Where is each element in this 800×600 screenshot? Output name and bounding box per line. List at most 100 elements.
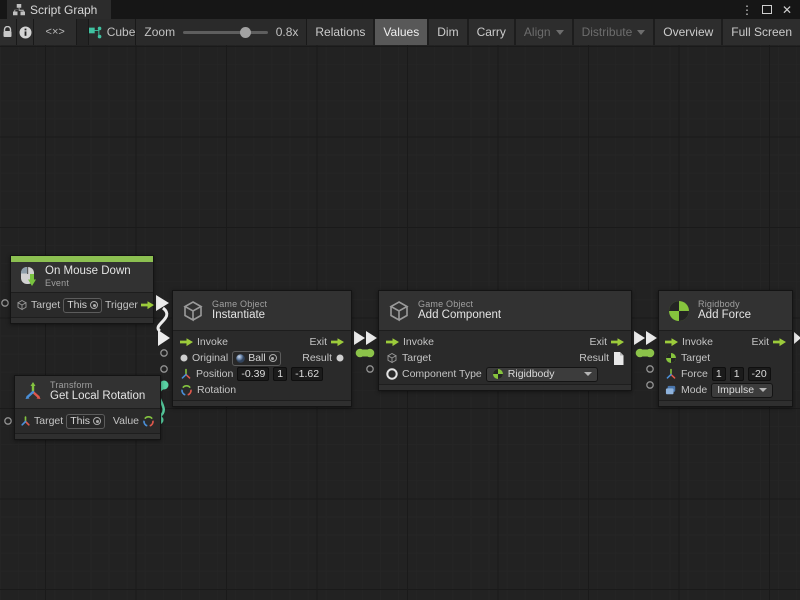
zoom-slider[interactable] [183, 31, 268, 34]
port-row-original: Original Ball Result [173, 350, 351, 366]
object-picker-icon[interactable] [90, 301, 98, 309]
target-field[interactable]: This [66, 414, 105, 429]
node-subtitle: Event [45, 278, 131, 288]
relations-button[interactable]: Relations [307, 19, 373, 45]
node-header: On Mouse Down Event [11, 262, 153, 293]
lock-button[interactable] [0, 19, 17, 45]
exit-label: Exit [751, 336, 769, 348]
enum-icon [665, 385, 677, 396]
target-field[interactable]: This [63, 298, 102, 313]
port-invoke-in-addcomponent[interactable] [366, 331, 377, 345]
close-icon[interactable]: ✕ [780, 3, 794, 17]
node-title: Add Component [418, 309, 501, 322]
port-exit-out-addcomponent[interactable] [634, 331, 645, 345]
maximize-icon[interactable] [760, 3, 774, 17]
carry-button[interactable]: Carry [469, 19, 514, 45]
node-title: Add Force [698, 309, 751, 322]
mode-dropdown[interactable]: Impulse [711, 383, 773, 398]
chevron-down-icon [637, 30, 645, 35]
port-invoke-in-addforce[interactable] [646, 331, 657, 345]
zoom-control: Zoom 0.8x [136, 19, 307, 45]
rigidbody-icon [667, 299, 691, 323]
node-footer [379, 384, 631, 390]
gameobject-icon [386, 352, 398, 364]
original-field[interactable]: Ball [232, 351, 281, 366]
window-controls: ⋮ ✕ [740, 0, 800, 19]
values-button[interactable]: Values [375, 19, 427, 45]
gameobject-icon [16, 299, 28, 311]
force-y-field[interactable]: 1 [730, 367, 744, 381]
value-dot-icon [336, 354, 344, 362]
node-instantiate[interactable]: Game Object Instantiate Invoke Exit Orig… [172, 290, 352, 407]
port-result-out-addcomponent[interactable] [636, 349, 645, 358]
info-button[interactable] [17, 19, 35, 45]
node-group: Transform [50, 380, 145, 390]
port-target-in-addcomponent[interactable] [366, 349, 375, 358]
invoke-label: Invoke [682, 336, 713, 348]
object-picker-icon[interactable] [93, 417, 101, 425]
port-force-in[interactable] [647, 366, 653, 372]
port-exit-out-addforce[interactable] [794, 332, 800, 344]
dim-button[interactable]: Dim [429, 19, 466, 45]
mouse-down-icon [19, 266, 38, 287]
port-mode-in[interactable] [647, 382, 653, 388]
position-x-field[interactable]: -0.39 [237, 367, 269, 381]
vector3-icon [665, 368, 677, 380]
align-button[interactable]: Align [516, 19, 572, 45]
target-label: Target [31, 299, 60, 311]
flow-arrow-icon [331, 337, 344, 347]
port-invoke-in-instantiate[interactable] [158, 330, 170, 346]
invoke-label: Invoke [403, 336, 434, 348]
trigger-label: Trigger [105, 299, 138, 311]
distribute-button[interactable]: Distribute [574, 19, 654, 45]
lock-icon [2, 26, 13, 38]
overview-button[interactable]: Overview [655, 19, 721, 45]
node-add-component[interactable]: Game Object Add Component Invoke Exit Ta… [378, 290, 632, 391]
node-footer [659, 400, 792, 406]
port-original-in[interactable] [161, 350, 167, 356]
node-on-mouse-down[interactable]: On Mouse Down Event Target This Trigger [10, 255, 154, 324]
node-get-local-rotation[interactable]: Transform Get Local Rotation Target This… [14, 375, 161, 440]
force-x-field[interactable]: 1 [712, 367, 726, 381]
node-footer [15, 433, 160, 439]
force-z-field[interactable]: -20 [748, 367, 771, 381]
gameobject-icon [387, 299, 411, 323]
node-title: Instantiate [212, 309, 267, 322]
graph-icon [13, 4, 25, 16]
wire-result-to-target-1[interactable] [357, 350, 373, 357]
flow-arrow-icon [386, 337, 399, 347]
port-exit-out-instantiate[interactable] [354, 331, 365, 345]
port-target-in-glr[interactable] [5, 418, 11, 424]
target-label: Target [681, 352, 710, 364]
object-picker-icon[interactable] [269, 354, 277, 362]
graph-breadcrumb[interactable]: Cube [89, 19, 137, 45]
node-add-force[interactable]: Rigidbody Add Force Invoke Exit Target F… [658, 290, 793, 407]
code-view-button[interactable]: <×> [34, 19, 76, 45]
position-y-field[interactable]: 1 [273, 367, 287, 381]
port-row-invoke: Invoke Exit [659, 334, 792, 350]
port-position-in[interactable] [161, 366, 167, 372]
wire-trigger-to-invoke[interactable] [158, 308, 167, 331]
graph-canvas[interactable]: On Mouse Down Event Target This Trigger [0, 45, 800, 600]
node-title: On Mouse Down [45, 265, 131, 278]
tab-script-graph[interactable]: Script Graph [7, 0, 111, 19]
toolbar-spacer [77, 19, 89, 45]
node-footer [11, 317, 153, 323]
zoom-slider-handle[interactable] [240, 27, 251, 38]
fullscreen-button[interactable]: Full Screen [723, 19, 800, 45]
info-icon [19, 26, 32, 39]
zoom-value: 0.8x [276, 25, 299, 39]
port-trigger-out[interactable] [156, 295, 169, 311]
node-footer [173, 400, 351, 406]
port-target-in-event[interactable] [2, 300, 8, 306]
component-type-dropdown[interactable]: Rigidbody [486, 367, 598, 382]
target-label: Target [34, 415, 63, 427]
port-target-in-addforce[interactable] [646, 349, 655, 358]
node-header: Game Object Instantiate [173, 291, 351, 331]
result-label: Result [302, 352, 332, 364]
kebab-menu-icon[interactable]: ⋮ [740, 3, 754, 17]
port-result-out-instantiate[interactable] [356, 349, 365, 358]
wire-result-to-target-2[interactable] [637, 350, 653, 357]
port-componenttype-in[interactable] [367, 366, 373, 372]
position-z-field[interactable]: -1.62 [291, 367, 323, 381]
